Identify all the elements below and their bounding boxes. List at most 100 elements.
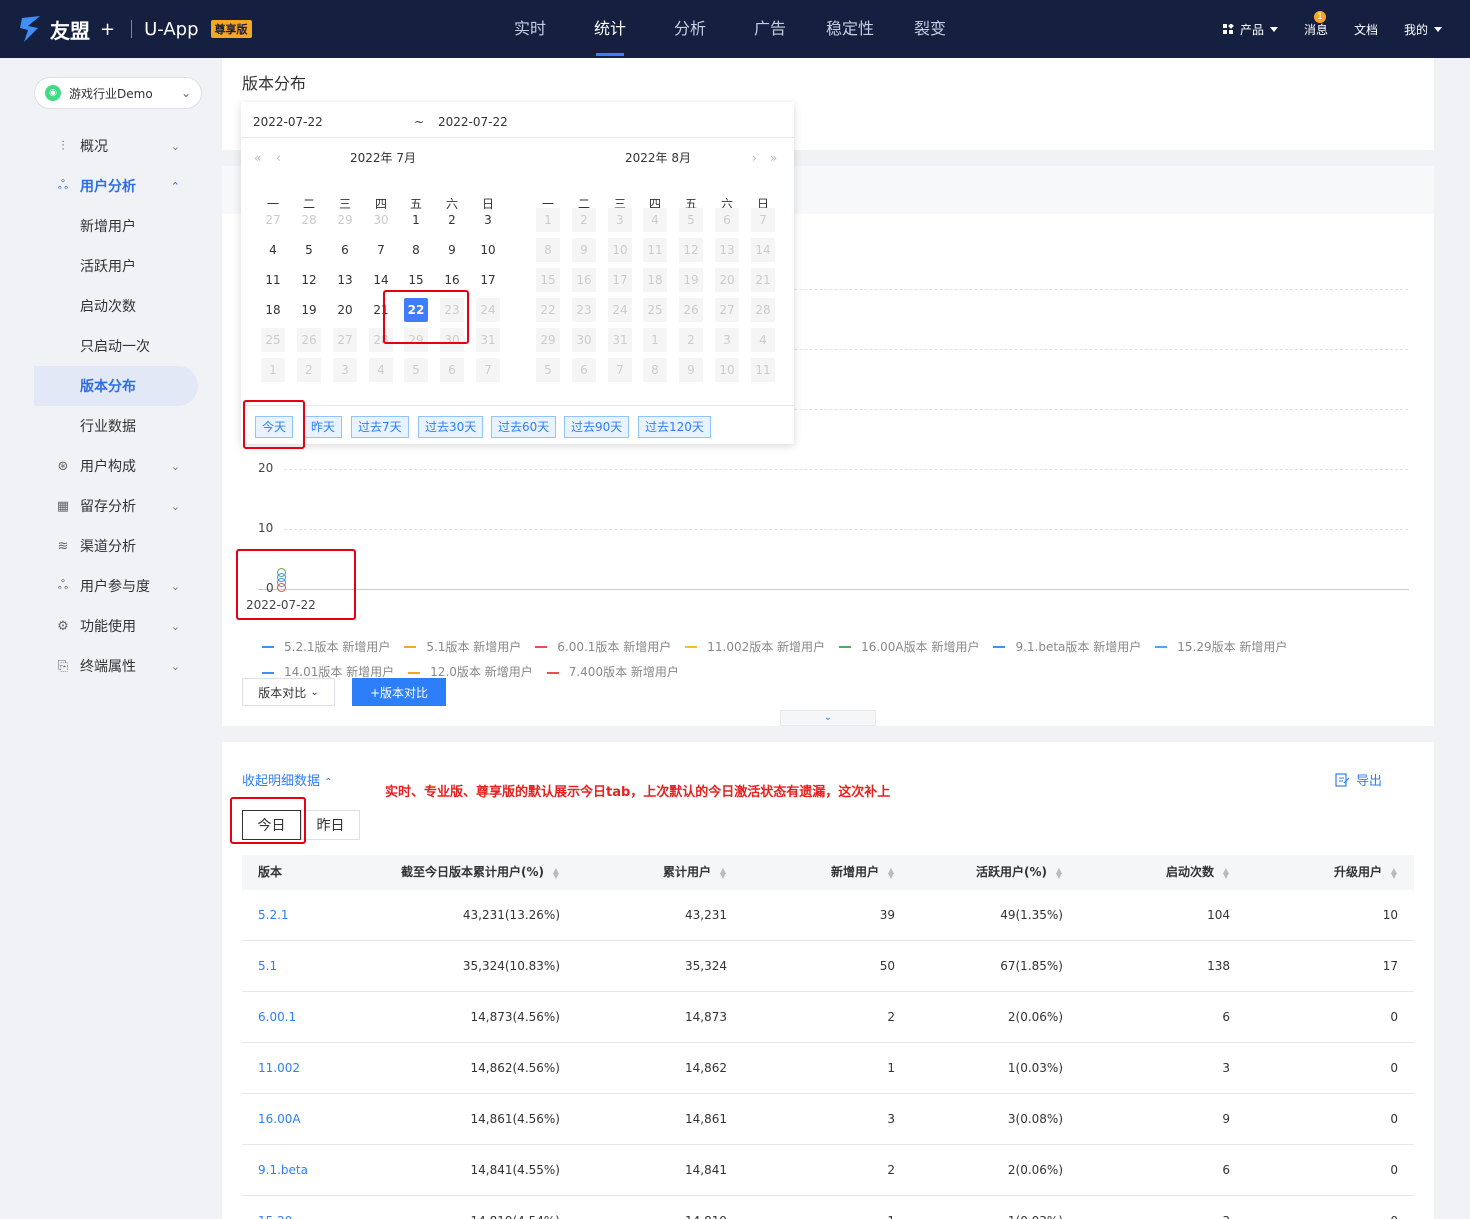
collapse-detail-link[interactable]: 收起明细数据 ⌃ — [242, 770, 333, 789]
calendar-day[interactable]: 2 — [679, 328, 703, 352]
calendar-day[interactable]: 6 — [333, 238, 357, 262]
quick-range-button[interactable]: 过去120天 — [638, 416, 711, 438]
nav-stability[interactable]: 稳定性 — [810, 0, 890, 58]
calendar-day[interactable]: 20 — [333, 298, 357, 322]
version-link[interactable]: 5.1 — [258, 941, 277, 992]
calendar-day[interactable]: 9 — [572, 238, 596, 262]
calendar-day[interactable]: 9 — [679, 358, 703, 382]
export-button[interactable]: 导出 — [1335, 770, 1382, 789]
calendar-day[interactable]: 15 — [404, 268, 428, 292]
calendar-day[interactable]: 24 — [476, 298, 500, 322]
calendar-day[interactable]: 3 — [608, 208, 632, 232]
sidebar-item-user-analysis[interactable]: ஃ 用户分析 ⌃ — [34, 166, 198, 206]
column-header[interactable]: 活跃用户(%) ▲ ▼ — [976, 855, 1063, 890]
calendar-day[interactable]: 7 — [369, 238, 393, 262]
sort-icon[interactable]: ▲ ▼ — [1390, 866, 1398, 879]
sort-icon[interactable]: ▲ ▼ — [719, 866, 727, 879]
calendar-day[interactable]: 5 — [297, 238, 321, 262]
column-header[interactable]: 启动次数 ▲ ▼ — [1166, 855, 1230, 890]
calendar-day[interactable]: 5 — [679, 208, 703, 232]
calendar-day[interactable]: 1 — [536, 208, 560, 232]
next-month-icon[interactable]: › — [752, 138, 757, 178]
calendar-day[interactable]: 6 — [440, 358, 464, 382]
calendar-day[interactable]: 8 — [536, 238, 560, 262]
prev-year-icon[interactable]: « — [254, 138, 261, 178]
legend-item[interactable]: 5.2.1版本 新增用户 — [262, 636, 390, 659]
calendar-day[interactable]: 13 — [715, 238, 739, 262]
calendar-day[interactable]: 28 — [297, 208, 321, 232]
collapse-chart-toggle[interactable]: ⌄ — [780, 710, 876, 726]
nav-realtime[interactable]: 实时 — [490, 0, 570, 58]
calendar-day[interactable]: 26 — [297, 328, 321, 352]
sidebar-item-user-composition[interactable]: ⊛ 用户构成 ⌄ — [34, 446, 198, 486]
sort-icon[interactable]: ▲ ▼ — [1055, 866, 1063, 879]
quick-range-button[interactable]: 昨天 — [304, 416, 343, 438]
calendar-day-selected[interactable]: 22 — [404, 298, 428, 322]
app-selector[interactable]: ◉ 游戏行业Demo ⌄ — [34, 77, 202, 109]
calendar-day[interactable]: 12 — [297, 268, 321, 292]
calendar-day[interactable]: 28 — [751, 298, 775, 322]
version-link[interactable]: 15.29 — [258, 1196, 292, 1219]
quick-range-button[interactable]: 今天 — [255, 416, 294, 438]
legend-item[interactable]: 16.00A版本 新增用户 — [839, 636, 979, 659]
quick-range-button[interactable]: 过去7天 — [351, 416, 409, 438]
calendar-day[interactable]: 14 — [369, 268, 393, 292]
calendar-day[interactable]: 8 — [643, 358, 667, 382]
sort-icon[interactable]: ▲ ▼ — [552, 866, 560, 879]
calendar-day[interactable]: 25 — [643, 298, 667, 322]
calendar-day[interactable]: 29 — [333, 208, 357, 232]
calendar-day[interactable]: 2 — [440, 208, 464, 232]
calendar-day[interactable]: 30 — [369, 208, 393, 232]
calendar-day[interactable]: 7 — [751, 208, 775, 232]
calendar-day[interactable]: 17 — [476, 268, 500, 292]
column-header[interactable]: 升级用户 ▲ ▼ — [1334, 855, 1398, 890]
calendar-day[interactable]: 6 — [715, 208, 739, 232]
legend-item[interactable]: 5.1版本 新增用户 — [404, 636, 521, 659]
start-date-input[interactable]: 2022-07-22 — [253, 115, 323, 129]
calendar-day[interactable]: 1 — [261, 358, 285, 382]
version-compare-select[interactable]: 版本对比 ⌄ — [242, 678, 335, 706]
docs-link[interactable]: 文档 — [1354, 21, 1378, 38]
calendar-day[interactable]: 11 — [751, 358, 775, 382]
column-header[interactable]: 截至今日版本累计用户(%) ▲ ▼ — [401, 855, 560, 890]
calendar-day[interactable]: 19 — [297, 298, 321, 322]
sidebar-sub-new-users[interactable]: 新增用户 — [34, 206, 198, 246]
calendar-day[interactable]: 21 — [751, 268, 775, 292]
version-link[interactable]: 5.2.1 — [258, 890, 289, 941]
calendar-day[interactable]: 18 — [261, 298, 285, 322]
calendar-day[interactable]: 23 — [440, 298, 464, 322]
legend-item[interactable]: 6.00.1版本 新增用户 — [535, 636, 671, 659]
sidebar-sub-version-distribution[interactable]: 版本分布 — [34, 366, 198, 406]
calendar-day[interactable]: 5 — [404, 358, 428, 382]
calendar-day[interactable]: 4 — [369, 358, 393, 382]
calendar-day[interactable]: 18 — [643, 268, 667, 292]
calendar-day[interactable]: 27 — [261, 208, 285, 232]
products-menu[interactable]: 产品 — [1222, 21, 1278, 38]
sidebar-sub-active-users[interactable]: 活跃用户 — [34, 246, 198, 286]
calendar-day[interactable]: 25 — [261, 328, 285, 352]
calendar-day[interactable]: 16 — [440, 268, 464, 292]
tab-yesterday[interactable]: 昨日 — [301, 810, 360, 840]
calendar-day[interactable]: 14 — [751, 238, 775, 262]
nav-statistics[interactable]: 统计 — [570, 0, 650, 58]
logo[interactable]: 友盟 + U-App 尊享版 — [18, 12, 252, 46]
calendar-day[interactable]: 10 — [476, 238, 500, 262]
calendar-day[interactable]: 17 — [608, 268, 632, 292]
calendar-day[interactable]: 1 — [404, 208, 428, 232]
calendar-day[interactable]: 31 — [476, 328, 500, 352]
sidebar-sub-launch-once[interactable]: 只启动一次 — [34, 326, 198, 366]
calendar-day[interactable]: 22 — [536, 298, 560, 322]
calendar-day[interactable]: 3 — [476, 208, 500, 232]
calendar-day[interactable]: 23 — [572, 298, 596, 322]
legend-item[interactable]: 11.002版本 新增用户 — [685, 636, 825, 659]
calendar-day[interactable]: 31 — [608, 328, 632, 352]
calendar-day[interactable]: 10 — [608, 238, 632, 262]
account-menu[interactable]: 我的 — [1404, 21, 1442, 38]
sidebar-item-retention[interactable]: ▦ 留存分析 ⌄ — [34, 486, 198, 526]
version-link[interactable]: 6.00.1 — [258, 992, 296, 1043]
calendar-day[interactable]: 11 — [261, 268, 285, 292]
calendar-day[interactable]: 15 — [536, 268, 560, 292]
sidebar-item-device[interactable]: ⎘ 终端属性 ⌄ — [34, 646, 198, 686]
calendar-day[interactable]: 3 — [715, 328, 739, 352]
calendar-day[interactable]: 2 — [297, 358, 321, 382]
